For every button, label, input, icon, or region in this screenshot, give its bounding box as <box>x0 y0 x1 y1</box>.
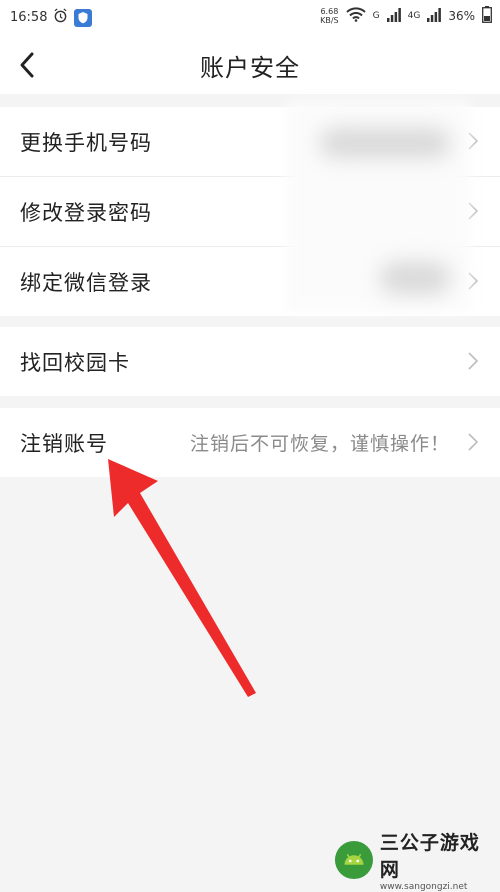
status-bar: 16:58 6.68 KB/S G 4G 36% <box>0 0 500 34</box>
chevron-right-icon <box>468 352 479 370</box>
network-speed: 6.68 KB/S <box>320 7 339 25</box>
row-label: 绑定微信登录 <box>20 270 152 295</box>
signal-label-1: G <box>372 11 380 21</box>
signal-bars-icon <box>386 7 401 25</box>
chevron-right-icon <box>468 433 479 451</box>
site-watermark: 三公子游戏网 www.sangongzi.net <box>334 832 494 892</box>
battery-icon <box>482 6 492 26</box>
status-right: 6.68 KB/S G 4G 36% <box>320 6 492 26</box>
android-logo-icon <box>334 840 373 880</box>
status-left: 16:58 <box>10 8 93 27</box>
annotation-arrow-icon <box>108 459 256 697</box>
shield-app-icon <box>74 8 93 27</box>
settings-group-campus-card: 找回校园卡 <box>0 327 500 396</box>
blurred-wechat-value <box>380 262 450 294</box>
watermark-name: 三公子游戏网 <box>379 832 480 881</box>
watermark-url: www.sangongzi.net <box>379 882 468 892</box>
row-deactivate-account[interactable]: 注销账号 注销后不可恢复，谨慎操作！ <box>0 408 500 477</box>
row-label: 更换手机号码 <box>20 130 152 155</box>
row-label: 修改登录密码 <box>20 200 152 225</box>
battery-percent: 36% <box>448 9 475 23</box>
page-title: 账户安全 <box>200 54 300 82</box>
row-recover-campus-card[interactable]: 找回校园卡 <box>0 327 500 396</box>
row-label: 注销账号 <box>20 431 108 456</box>
signal-bars-icon-2 <box>427 7 442 25</box>
row-label: 找回校园卡 <box>20 350 130 375</box>
clock-time: 16:58 <box>10 10 48 25</box>
deactivate-warning-hint: 注销后不可恢复，谨慎操作！ <box>189 433 450 455</box>
wifi-icon <box>345 7 366 25</box>
settings-group-deactivate: 注销账号 注销后不可恢复，谨慎操作！ <box>0 408 500 477</box>
alarm-icon <box>53 8 68 27</box>
app-header: 账户安全 <box>0 34 500 94</box>
net-speed-unit: KB/S <box>320 16 339 25</box>
net-speed-value: 6.68 <box>320 7 339 16</box>
blurred-phone-value <box>320 128 450 158</box>
signal-label-2: 4G <box>407 11 421 21</box>
